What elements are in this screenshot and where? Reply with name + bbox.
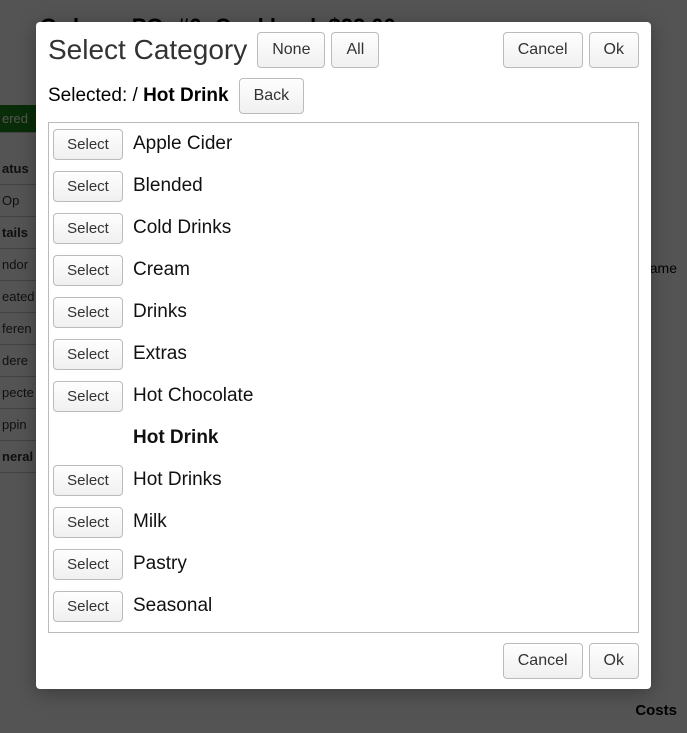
selected-prefix: Selected: / <box>48 85 138 106</box>
category-label: Hot Drinks <box>127 469 222 491</box>
category-label: Milk <box>127 511 167 533</box>
category-row: SelectHot Chocolate <box>49 375 638 417</box>
category-row: SelectMilk <box>49 501 638 543</box>
category-label: Cream <box>127 259 190 281</box>
category-label: Blended <box>127 175 203 197</box>
category-label: Drinks <box>127 301 187 323</box>
category-row: SelectHot Drinks <box>49 459 638 501</box>
select-category-modal: Select Category None All Cancel Ok Selec… <box>36 22 651 689</box>
modal-footer: Cancel Ok <box>48 633 639 679</box>
select-button[interactable]: Select <box>53 591 123 622</box>
select-button[interactable]: Select <box>53 465 123 496</box>
cancel-button-top[interactable]: Cancel <box>503 32 583 68</box>
modal-title: Select Category <box>48 34 247 66</box>
category-label: Seasonal <box>127 595 212 617</box>
select-button[interactable]: Select <box>53 213 123 244</box>
category-row: SelectPastry <box>49 543 638 585</box>
category-row: SelectDrinks <box>49 291 638 333</box>
category-row: SelectBlended <box>49 165 638 207</box>
back-button[interactable]: Back <box>239 78 305 114</box>
select-button[interactable]: Select <box>53 171 123 202</box>
category-label: Cold Drinks <box>127 217 231 239</box>
cancel-button-bottom[interactable]: Cancel <box>503 643 583 679</box>
category-row: SelectCold Drinks <box>49 207 638 249</box>
ok-button-bottom[interactable]: Ok <box>589 643 639 679</box>
selected-value: Hot Drink <box>143 85 229 106</box>
modal-header: Select Category None All Cancel Ok <box>48 32 639 68</box>
category-label: Hot Drink <box>127 427 219 449</box>
category-label: Pastry <box>127 553 187 575</box>
category-row: SelectSeasonal <box>49 585 638 627</box>
selected-breadcrumb: Selected: / Hot Drink Back <box>48 78 639 114</box>
ok-button-top[interactable]: Ok <box>589 32 639 68</box>
category-label: Apple Cider <box>127 133 232 155</box>
category-label: Extras <box>127 343 187 365</box>
select-button[interactable]: Select <box>53 129 123 160</box>
category-list[interactable]: SelectApple CiderSelectBlendedSelectCold… <box>48 122 639 633</box>
select-button[interactable]: Select <box>53 549 123 580</box>
select-button[interactable]: Select <box>53 381 123 412</box>
category-row: SelectCream <box>49 249 638 291</box>
all-button[interactable]: All <box>331 32 379 68</box>
category-label: Hot Chocolate <box>127 385 253 407</box>
select-button[interactable]: Select <box>53 297 123 328</box>
none-button[interactable]: None <box>257 32 325 68</box>
category-row: Hot Drink <box>49 417 638 459</box>
select-button[interactable]: Select <box>53 339 123 370</box>
category-row: SelectApple Cider <box>49 123 638 165</box>
select-button[interactable]: Select <box>53 507 123 538</box>
category-row: SelectExtras <box>49 333 638 375</box>
select-button[interactable]: Select <box>53 255 123 286</box>
